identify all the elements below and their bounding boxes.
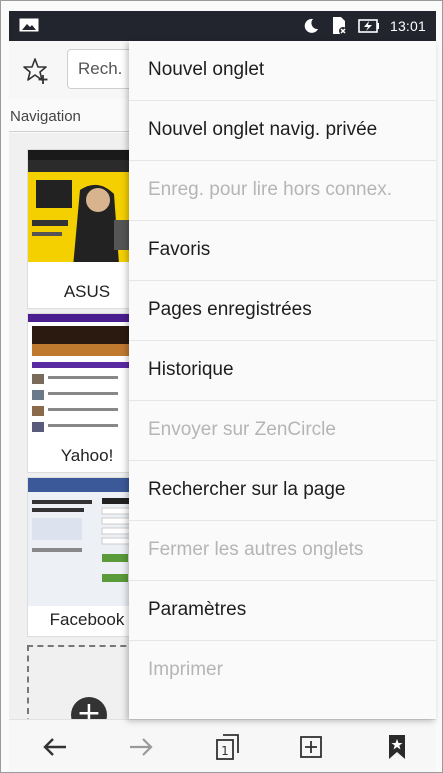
menu-item-send-zencircle: Envoyer sur ZenCircle [129, 401, 436, 461]
image-notification-icon [19, 18, 39, 32]
menu-item-label: Fermer les autres onglets [148, 539, 364, 560]
add-bookmark-icon[interactable] [23, 57, 51, 85]
forward-button[interactable] [123, 730, 159, 764]
menu-item-saved-pages[interactable]: Pages enregistrées [129, 281, 436, 341]
menu-item-label: Enreg. pour lire hors connex. [148, 179, 392, 200]
menu-item-favorites[interactable]: Favoris [129, 221, 436, 281]
status-bar: 13:01 [9, 11, 436, 41]
back-button[interactable] [37, 730, 73, 764]
tabs-button[interactable]: 1 [209, 730, 245, 764]
plus-box-icon [300, 736, 322, 758]
menu-item-label: Nouvel onglet [148, 59, 265, 80]
menu-item-label: Pages enregistrées [148, 299, 312, 320]
menu-item-close-other-tabs: Fermer les autres onglets [129, 521, 436, 581]
menu-item-print: Imprimer [129, 641, 436, 701]
menu-item-find-in-page[interactable]: Rechercher sur la page [129, 461, 436, 521]
new-tab-button[interactable] [293, 730, 329, 764]
bookmark-icon [389, 735, 405, 759]
screen: 13:01 Rech. Navigation ASUS Yahoo! Faceb… [0, 0, 443, 773]
bookmarks-button[interactable] [379, 730, 415, 764]
bottom-toolbar: 1 [9, 719, 436, 772]
menu-item-label: Historique [148, 359, 234, 380]
menu-item-label: Paramètres [148, 599, 247, 620]
tab-divider [9, 131, 149, 132]
arrow-left-icon [43, 738, 66, 756]
menu-item-label: Nouvel onglet navig. privée [148, 119, 378, 140]
menu-item-label: Rechercher sur la page [148, 479, 346, 500]
sim-card-icon [332, 17, 347, 35]
tabs-icon: 1 [216, 734, 239, 760]
menu-item-label: Envoyer sur ZenCircle [148, 419, 336, 440]
arrow-right-icon [130, 738, 153, 756]
battery-charging-icon [358, 19, 379, 33]
clock: 13:01 [389, 18, 426, 34]
moon-icon [304, 18, 318, 33]
menu-item-label: Favoris [148, 239, 211, 260]
tab-navigation[interactable]: Navigation [9, 101, 149, 133]
menu-item-history[interactable]: Historique [129, 341, 436, 401]
menu-item-label: Imprimer [148, 659, 223, 680]
overflow-menu: Nouvel onglet Nouvel onglet navig. privé… [129, 41, 436, 719]
menu-item-new-private-tab[interactable]: Nouvel onglet navig. privée [129, 101, 436, 161]
menu-item-new-tab[interactable]: Nouvel onglet [129, 41, 436, 101]
menu-item-settings[interactable]: Paramètres [129, 581, 436, 641]
tab-navigation-label: Navigation [10, 108, 81, 125]
menu-item-save-offline: Enreg. pour lire hors connex. [129, 161, 436, 221]
tab-thumbnails: ASUS Yahoo! Facebook + [9, 133, 149, 735]
tab-count: 1 [221, 744, 229, 758]
